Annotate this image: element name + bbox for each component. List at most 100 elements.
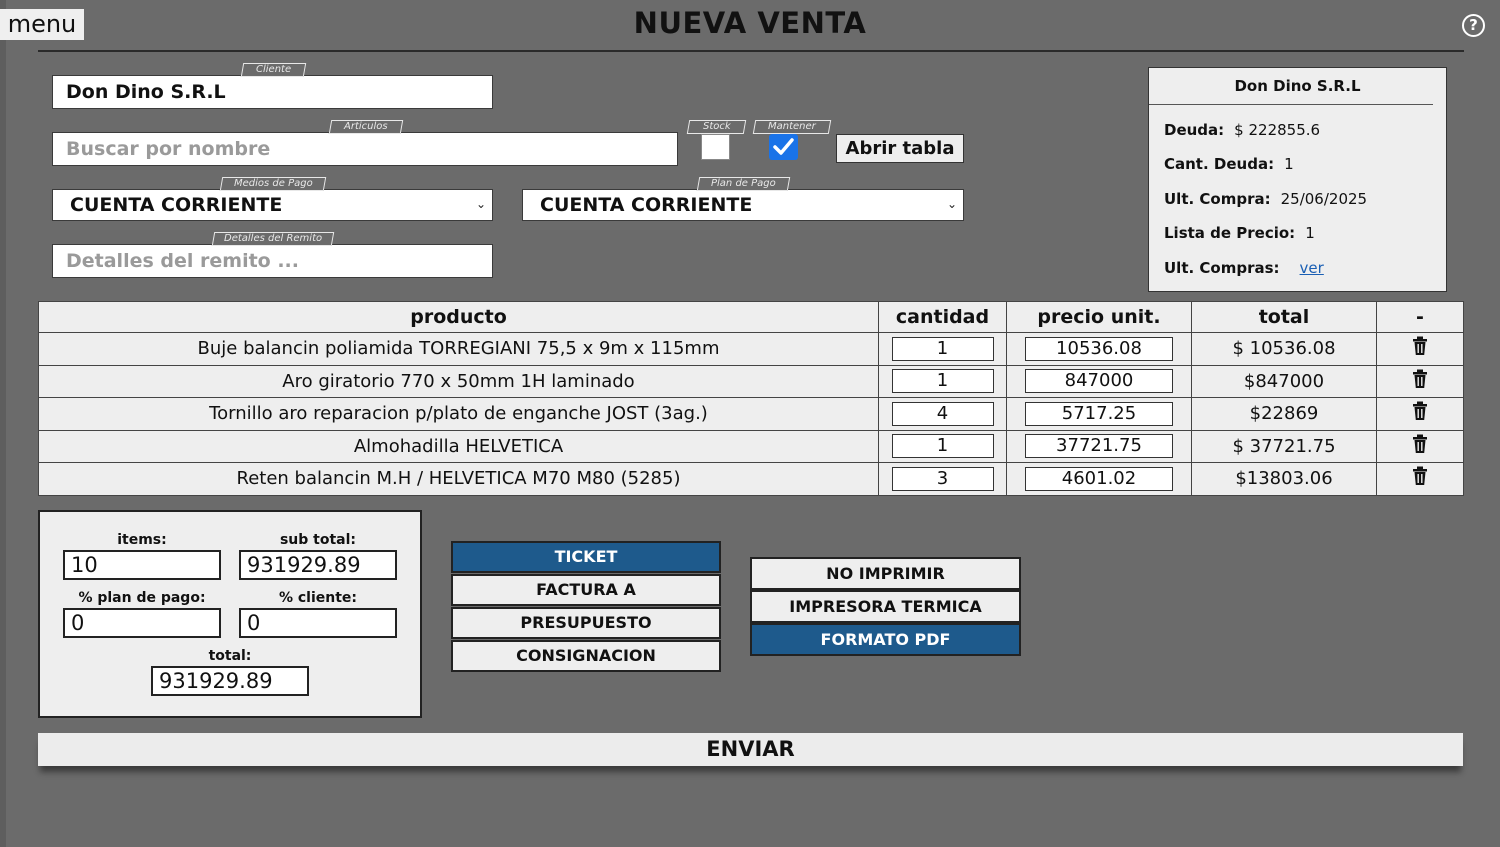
items-label: items:	[117, 532, 167, 548]
precio-input[interactable]: 847000	[1025, 369, 1173, 394]
total-cell: $ 37721.75	[1191, 429, 1377, 463]
delete-cell	[1376, 364, 1464, 398]
total-label: total:	[208, 648, 252, 664]
precio-input[interactable]: 4601.02	[1025, 466, 1173, 491]
cantidad-input[interactable]: 4	[891, 401, 994, 426]
cantidad-input[interactable]: 1	[891, 369, 994, 394]
total-cell: $13803.06	[1191, 462, 1377, 496]
producto-cell: Reten balancin M.H / HELVETICA M70 M80 (…	[38, 462, 879, 496]
cant-deuda-row: Cant. Deuda: 1	[1164, 155, 1294, 173]
precio-input[interactable]: 5717.25	[1025, 401, 1173, 426]
stock-tag: Stock	[686, 120, 747, 134]
delete-cell	[1376, 332, 1464, 366]
trash-icon[interactable]	[1412, 434, 1428, 459]
trash-icon[interactable]	[1412, 369, 1428, 394]
producto-cell: Buje balancin poliamida TORREGIANI 75,5 …	[38, 332, 879, 366]
plan-pago-select[interactable]: CUENTA CORRIENTE ⌄	[522, 189, 964, 221]
abrir-tabla-button[interactable]: Abrir tabla	[836, 134, 964, 163]
table-row: Tornillo aro reparacion p/plato de engan…	[38, 397, 1464, 431]
print-termica-button[interactable]: IMPRESORA TERMICA	[750, 590, 1021, 623]
client-info-card: Don Dino S.R.L Deuda: $ 222855.6 Cant. De…	[1148, 67, 1447, 292]
ult-compra-value: 25/06/2025	[1280, 190, 1368, 208]
plan-pago-tag: Plan de Pago	[696, 177, 791, 191]
products-table: producto cantidad precio unit. total - B…	[38, 301, 1464, 496]
trash-icon[interactable]	[1412, 336, 1428, 361]
delete-cell	[1376, 462, 1464, 496]
header-total: total	[1191, 301, 1377, 333]
precio-cell: 4601.02	[1006, 462, 1192, 496]
doc-factura-a-button[interactable]: FACTURA A	[451, 574, 721, 606]
total-field[interactable]: 931929.89	[151, 666, 309, 696]
checkmark-icon	[773, 138, 794, 155]
doc-ticket-button[interactable]: TICKET	[451, 541, 721, 573]
delete-cell	[1376, 429, 1464, 463]
plan-pago-value: CUENTA CORRIENTE	[540, 194, 753, 216]
cantidad-cell: 4	[878, 397, 1007, 431]
delete-cell	[1376, 397, 1464, 431]
deuda-row: Deuda: $ 222855.6	[1164, 121, 1320, 139]
print-no-imprimir-button[interactable]: NO IMPRIMIR	[750, 557, 1021, 590]
precio-input[interactable]: 37721.75	[1025, 434, 1173, 459]
doc-presupuesto-button[interactable]: PRESUPUESTO	[451, 607, 721, 639]
deuda-value: $ 222855.6	[1234, 121, 1321, 139]
totals-panel: items: 10 sub total: 931929.89 % plan de…	[38, 510, 422, 718]
cantidad-input[interactable]: 3	[891, 466, 994, 491]
enviar-button[interactable]: ENVIAR	[38, 733, 1463, 766]
cant-deuda-label: Cant. Deuda:	[1164, 155, 1275, 173]
print-pdf-button[interactable]: FORMATO PDF	[750, 623, 1021, 656]
chevron-down-icon: ⌄	[946, 197, 957, 211]
stock-checkbox[interactable]	[701, 134, 730, 160]
chevron-down-icon: ⌄	[475, 197, 486, 211]
page-title: NUEVA VENTA	[633, 6, 867, 40]
precio-cell: 847000	[1006, 364, 1192, 398]
trash-icon[interactable]	[1412, 466, 1428, 491]
detalles-remito-input[interactable]: Detalles del remito ...	[52, 244, 493, 278]
total-cell: $ 10536.08	[1191, 332, 1377, 366]
plan-pago-pct-field[interactable]: 0	[63, 608, 221, 638]
medios-pago-select[interactable]: CUENTA CORRIENTE ⌄	[52, 189, 493, 221]
precio-input[interactable]: 10536.08	[1025, 336, 1173, 361]
doc-consignacion-button[interactable]: CONSIGNACION	[451, 640, 721, 672]
card-divider	[1149, 104, 1433, 105]
cantidad-input[interactable]: 1	[891, 434, 994, 459]
precio-cell: 10536.08	[1006, 332, 1192, 366]
left-edge	[0, 0, 6, 847]
medios-pago-tag: Medios de Pago	[219, 177, 327, 191]
producto-cell: Tornillo aro reparacion p/plato de engan…	[38, 397, 879, 431]
total-cell: $847000	[1191, 364, 1377, 398]
lista-precio-label: Lista de Precio:	[1164, 224, 1296, 242]
client-name: Don Dino S.R.L	[1234, 77, 1361, 95]
plan-pago-pct-label: % plan de pago:	[78, 590, 206, 606]
table-row: Reten balancin M.H / HELVETICA M70 M80 (…	[38, 462, 1464, 496]
question-circle-icon[interactable]: ?	[1462, 14, 1485, 37]
table-row: Aro giratorio 770 x 50mm 1H laminado 1 847…	[38, 364, 1464, 398]
items-field[interactable]: 10	[63, 550, 221, 580]
mantener-checkbox[interactable]	[769, 134, 798, 160]
table-row: Almohadilla HELVETICA 1 37721.75 $ 37721.75	[38, 429, 1464, 463]
articulos-tag: Articulos	[328, 120, 404, 134]
cliente-field[interactable]: Don Dino S.R.L	[52, 75, 493, 109]
articulos-search-input[interactable]: Buscar por nombre	[52, 132, 678, 166]
subtotal-label: sub total:	[279, 532, 357, 548]
cantidad-cell: 1	[878, 364, 1007, 398]
producto-cell: Aro giratorio 770 x 50mm 1H laminado	[38, 364, 879, 398]
ult-compras-label: Ult. Compras:	[1164, 259, 1280, 277]
producto-cell: Almohadilla HELVETICA	[38, 429, 879, 463]
cantidad-input[interactable]: 1	[891, 336, 994, 361]
trash-icon[interactable]	[1412, 401, 1428, 426]
ver-compras-link[interactable]: ver	[1300, 259, 1324, 277]
ult-compra-label: Ult. Compra:	[1164, 190, 1271, 208]
cliente-pct-label: % cliente:	[278, 590, 358, 606]
detalles-tag: Detalles del Remito	[211, 232, 335, 246]
mantener-tag: Mantener	[752, 120, 832, 134]
table-row: Buje balancin poliamida TORREGIANI 75,5 …	[38, 332, 1464, 366]
ult-compra-row: Ult. Compra: 25/06/2025	[1164, 190, 1367, 208]
cliente-pct-field[interactable]: 0	[239, 608, 397, 638]
ult-compras-row: Ult. Compras: ver	[1164, 259, 1324, 277]
header-precio: precio unit.	[1006, 301, 1192, 333]
deuda-label: Deuda:	[1164, 121, 1225, 139]
title-divider	[38, 50, 1464, 52]
lista-precio-row: Lista de Precio: 1	[1164, 224, 1315, 242]
header-producto: producto	[38, 301, 879, 333]
subtotal-field[interactable]: 931929.89	[239, 550, 397, 580]
